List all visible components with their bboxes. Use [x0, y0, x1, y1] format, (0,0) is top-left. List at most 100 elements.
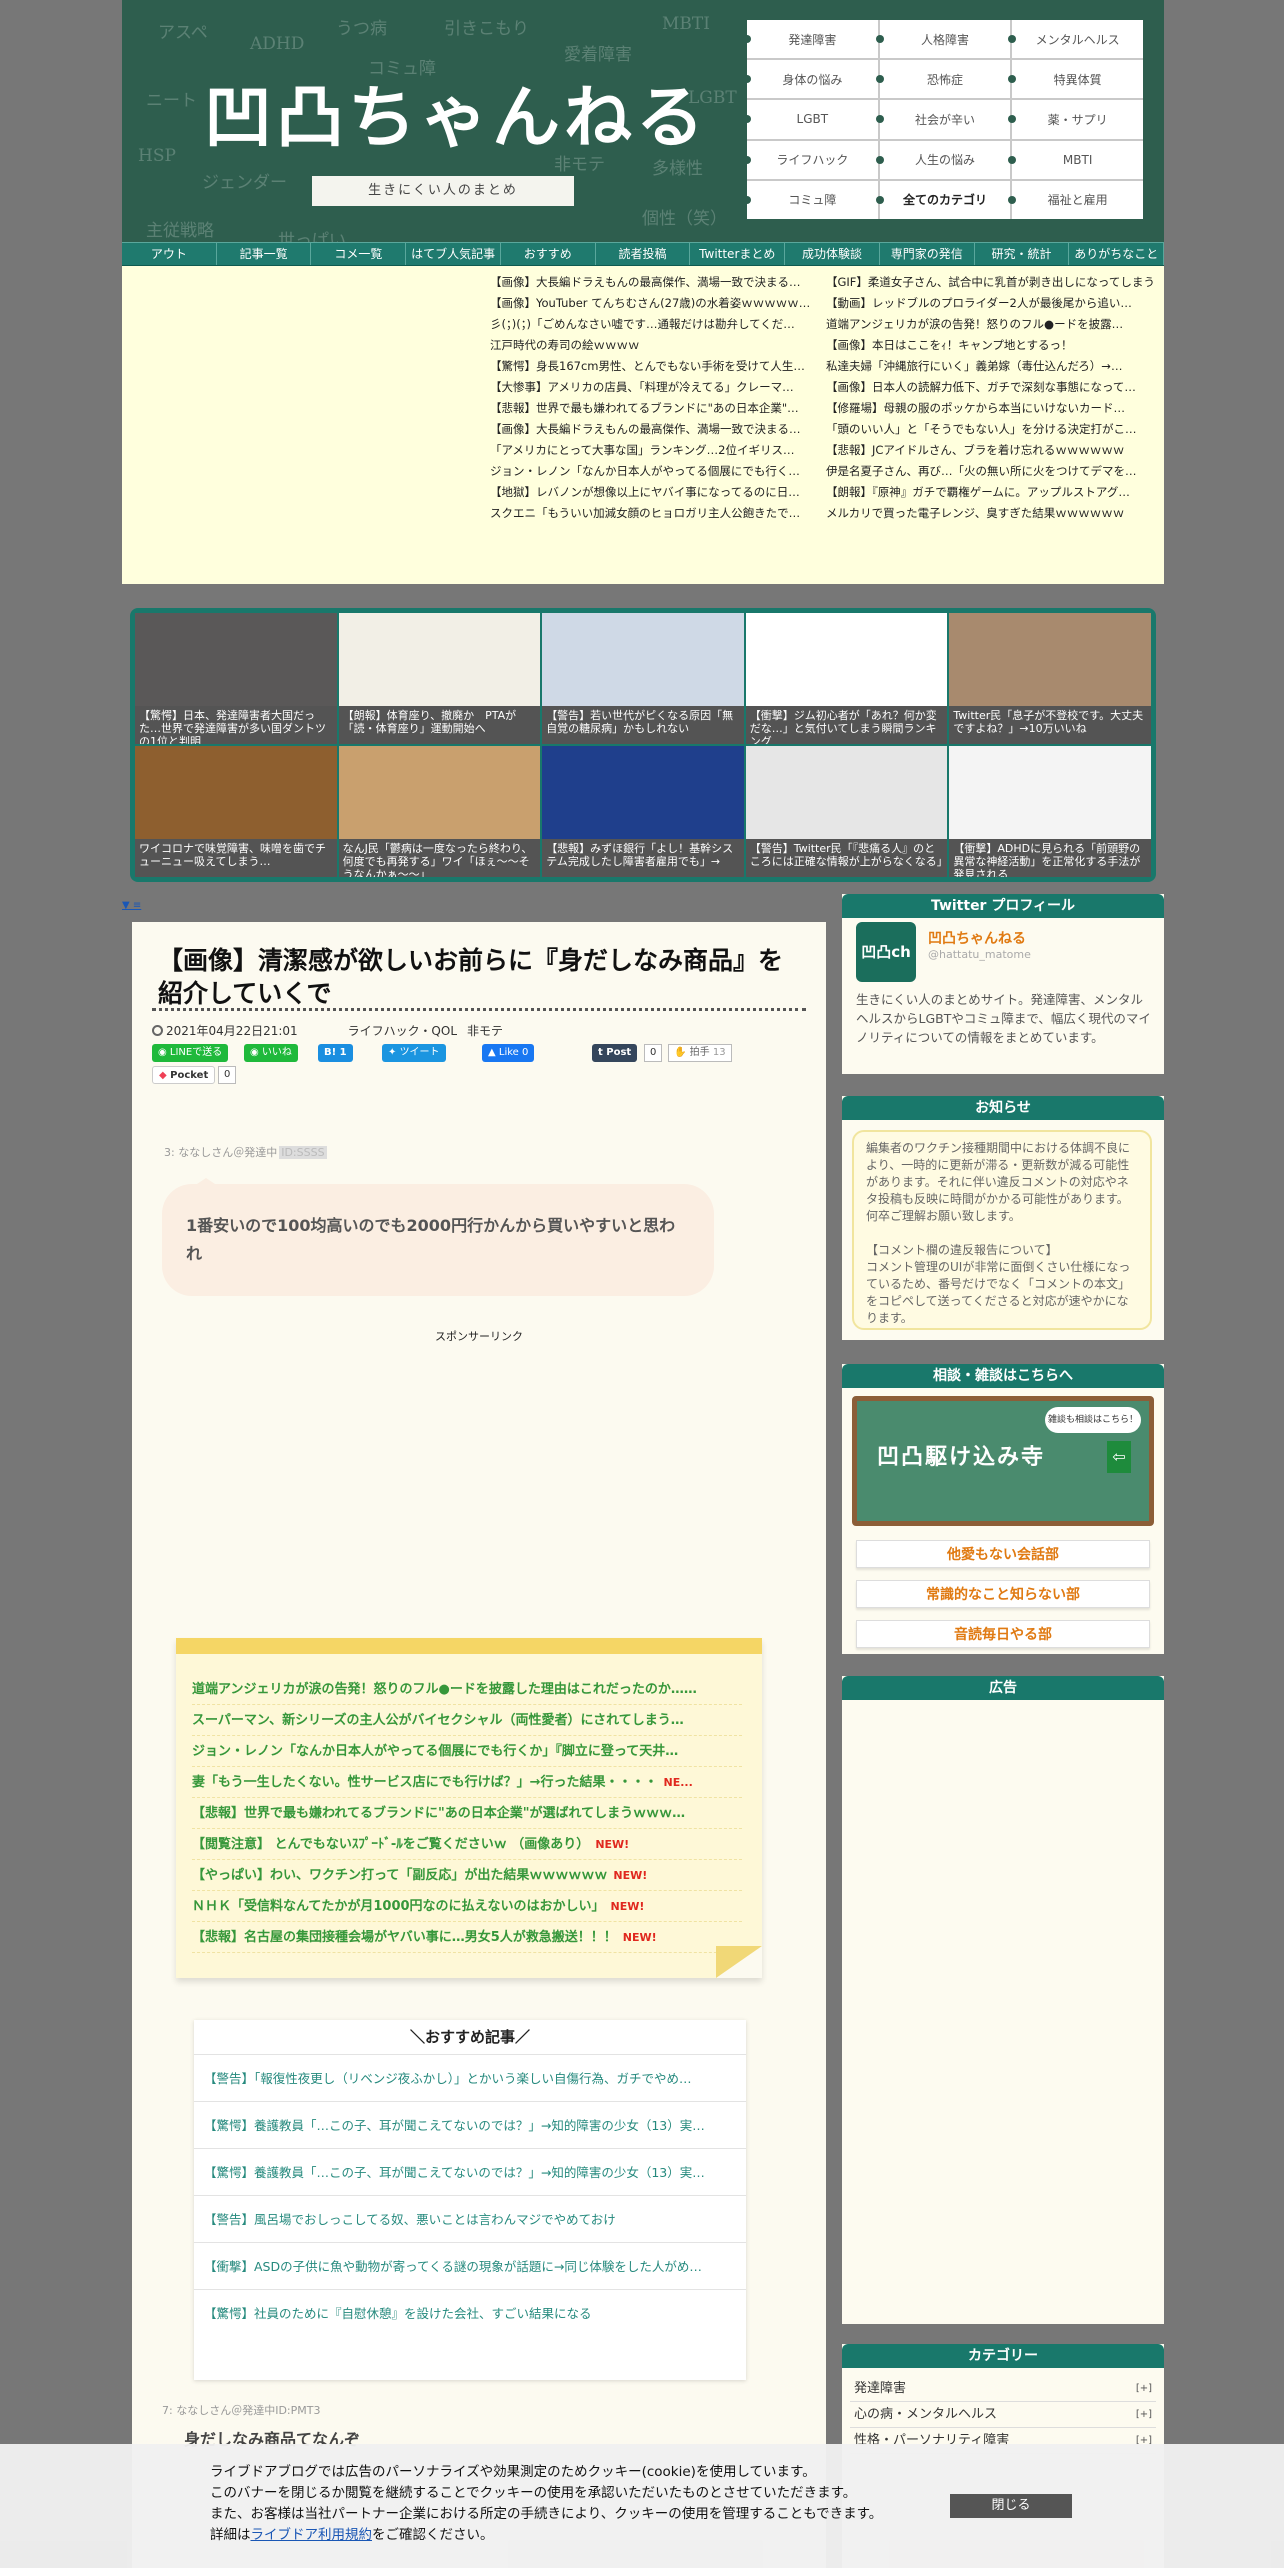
rss-item[interactable]: 「頭のいい人」と「そうでもない人」を分ける決定打がこ… [826, 419, 1162, 440]
rss-item[interactable]: 【画像】本日はここをｨ！キャンプ地とするっ！ [826, 335, 1162, 356]
tag-himote[interactable]: 非モテ [467, 1022, 503, 1039]
recommended-link[interactable]: 【驚愕】養護教員「…この子、耳が聞こえてないのでは？」→知的障害の少女（13）実… [194, 2148, 746, 2195]
rss-item[interactable]: 【動画】レッドブルのプロライダー2人が最後尾から追い… [826, 293, 1162, 314]
header-category-link[interactable]: 人格障害 [875, 20, 1011, 59]
header-category-link[interactable]: LGBT [743, 100, 878, 139]
nav-item[interactable]: ありがちなこと [1069, 243, 1165, 265]
sticky-article-link[interactable]: 【悲報】名古屋の集団接種会場がヤバい事に…男女5人が救急搬送！！！ NEW! [192, 1922, 742, 1953]
tweet-button[interactable]: ✦ ツイート [382, 1044, 446, 1062]
nav-item[interactable]: Twitterまとめ [690, 243, 786, 265]
sticky-article-link[interactable]: 【やっぱい】わい、ワクチン打って「副反応」が出た結果ｗｗｗｗｗｗ NEW! [192, 1860, 742, 1891]
twitter-avatar[interactable]: 凹凸ch [856, 922, 916, 982]
clap-button[interactable]: ✋ 拍手 13 [668, 1044, 732, 1062]
rss-item[interactable]: 【悲報】JCアイドルさん、ブラを着け忘れるｗｗｗｗｗｗ [826, 440, 1162, 461]
nav-item[interactable]: はてブ人気記事 [406, 243, 501, 265]
rss-item[interactable]: 彡(；)(；)「ごめんなさい嘘です…通報だけは勘弁してくだ… [490, 314, 826, 335]
featured-thumbnail[interactable]: 【警告】Twitter民「『悲痛る人』のところには正確な情報が上がらなくなる」 [745, 746, 948, 877]
sticky-article-link[interactable]: 【閲覧注意】 とんでもないｽﾌﾟｰﾄﾞ-ﾙをご覧くださいｗ （画像あり） NEW! [192, 1829, 742, 1860]
nav-item[interactable]: 研究・統計 [975, 243, 1070, 265]
rss-item[interactable]: 【驚愕】身長167cm男性、とんでもない手術を受けて人生… [490, 356, 826, 377]
hatena-bookmark-button[interactable]: B! 1 [318, 1044, 353, 1062]
header-category-link[interactable]: 身体の悩み [743, 60, 878, 99]
featured-thumbnail[interactable]: 【驚愕】日本、発達障害者大国だった…世界で発達障害が多い国ダントツの1位と判明 [135, 613, 337, 744]
category-item[interactable]: 発達障害 [+] [850, 2376, 1156, 2402]
tag-lifehack[interactable]: ライフハック・QOL [348, 1022, 457, 1039]
rss-item[interactable]: 【大惨事】アメリカの店員、「料理が冷えてる」クレーマ… [490, 377, 826, 398]
twitter-handle[interactable]: @hattatu_matome [928, 948, 1031, 961]
rss-item[interactable]: 【画像】大長編ドラえもんの最高傑作、満場一致で決まる… [490, 272, 826, 293]
recommended-link[interactable]: 【驚愕】社員のために『自慰休憩』を設けた会社、すごい結果になる [194, 2289, 746, 2336]
recommended-link[interactable]: 【驚愕】養護教員「…この子、耳が聞こえてないのでは？」→知的障害の少女（13）実… [194, 2101, 746, 2148]
nav-item[interactable]: 専門家の発信 [880, 243, 975, 265]
header-category-link[interactable]: 人生の悩み [875, 140, 1011, 179]
pocket-button[interactable]: ◆ Pocket [152, 1066, 216, 1084]
cookie-close-button[interactable]: 閉じる [950, 2494, 1072, 2518]
header-category-link[interactable]: 発達障害 [743, 20, 878, 59]
header-category-link[interactable]: 薬・サプリ [1008, 100, 1143, 139]
rss-item[interactable]: ジョン・レノン「なんか日本人がやってる個展にでも行く… [490, 461, 826, 482]
soudan-link-1[interactable]: 他愛もない会話部 [856, 1540, 1150, 1568]
rss-item[interactable]: 道端アンジェリカが涙の告発！怒りのフル●ードを披露… [826, 314, 1162, 335]
rss-item[interactable]: 「アメリカにとって大事な国」ランキング…2位イギリス… [490, 440, 826, 461]
rss-item[interactable]: 【画像】大長編ドラえもんの最高傑作、満場一致で決まる… [490, 419, 826, 440]
soudan-link-3[interactable]: 音読毎日やる部 [856, 1620, 1150, 1648]
facebook-like-button[interactable]: ▲ Like 0 [482, 1044, 535, 1062]
rss-item[interactable]: 【GIF】柔道女子さん、試合中に乳首が剥き出しになってしまう [826, 272, 1162, 293]
recommended-link[interactable]: 【衝撃】ASDの子供に魚や動物が寄ってくる謎の現象が話題に→同じ体験をした人がめ… [194, 2242, 746, 2289]
nav-item[interactable]: コメ一覧 [311, 243, 407, 265]
header-category-link[interactable]: メンタルヘルス [1008, 20, 1143, 59]
recommended-link[interactable]: 【警告】風呂場でおしっこしてる奴、悪いことは言わんマジでやめておけ [194, 2195, 746, 2242]
rss-item[interactable]: 【地獄】レバノンが想像以上にヤバイ事になってるのに日… [490, 482, 826, 503]
sticky-article-link[interactable]: ジョン・レノン「なんか日本人がやってる個展にでも行くか」『脚立に登って天井… [192, 1736, 742, 1767]
featured-thumbnail[interactable]: なんJ民「鬱病は一度なったら終わり、何度でも再発する」ワイ「ほぇ～～そうなんかぁ… [338, 746, 541, 877]
twitter-name[interactable]: 凹凸ちゃんねる [928, 928, 1026, 948]
rss-item[interactable]: 伊是名夏子さん、再び…「火の無い所に火をつけてデマを… [826, 461, 1162, 482]
rss-item[interactable]: 私達夫婦「沖縄旅行にいく」義弟嫁（毒仕込んだろ）→… [826, 356, 1162, 377]
header-category-link[interactable]: MBTI [1008, 140, 1143, 179]
rss-item[interactable]: 【修羅場】母親の服のポッケから本当にいけないカード… [826, 398, 1162, 419]
category-item[interactable]: 心の病・メンタルヘルス [+] [850, 2402, 1156, 2428]
nav-item[interactable]: 記事一覧 [217, 243, 312, 265]
header-category-link[interactable]: 全てのカテゴリ [875, 180, 1011, 219]
tumblr-post-button[interactable]: t Post [592, 1044, 638, 1062]
nav-item[interactable]: 読者投稿 [596, 243, 691, 265]
sticky-article-link[interactable]: スーパーマン、新シリーズの主人公がバイセクシャル（両性愛者）にされてしまう… [192, 1705, 742, 1736]
featured-thumbnail[interactable]: 【朗報】体育座り、撤廃か PTAが「読・体育座り」運動開始へ [338, 613, 541, 744]
rss-item[interactable]: メルカリで買った電子レンジ、臭すぎた結果ｗｗｗｗｗｗ [826, 503, 1162, 524]
kakekomidera-banner[interactable]: 雑談も相談はこちら！ 凹凸駆け込み寺 ⇦ [852, 1396, 1154, 1526]
sticky-article-link[interactable]: 妻「もう一生したくない。性サービス店にでも行けば？」→行った結果・・・・ NE..… [192, 1767, 742, 1798]
rss-item[interactable]: 【画像】日本人の読解力低下、ガチで深刻な事態になって… [826, 377, 1162, 398]
featured-thumbnail[interactable]: 【衝撃】ADHDに見られる「前頭野の異常な神経活動」を正常化する手法が発見される [949, 746, 1151, 877]
header-category-link[interactable]: コミュ障 [743, 180, 878, 219]
small-toggle-link[interactable]: ▼ ≡ [122, 900, 141, 911]
nav-item[interactable]: アウト [122, 243, 217, 265]
header-category-link[interactable]: 社会が辛い [875, 100, 1011, 139]
nav-item[interactable]: おすすめ [501, 243, 596, 265]
sticky-article-link[interactable]: 【悲報】世界で最も嫌われてるブランドに"あの日本企業"が選ばれてしまうｗｗｗ… [192, 1798, 742, 1829]
header-category-link[interactable]: ライフハック [743, 140, 878, 179]
header-category-link[interactable]: 特異体質 [1008, 60, 1143, 99]
recommended-link[interactable]: 【警告】「報復性夜更し（リベンジ夜ふかし）」とかいう楽しい自傷行為、ガチでやめ… [194, 2054, 746, 2101]
sticky-article-link[interactable]: ＮＨＫ「受信料なんてたかが月1000円なのに払えないのはおかしい」 NEW! [192, 1891, 742, 1922]
featured-thumbnail[interactable]: ワイコロナで味覚障害、味噌を歯でチューニュー吸えてしまう… [135, 746, 337, 877]
rss-item[interactable]: 【朗報】『原神』ガチで覇権ゲームに。アップルストアグ… [826, 482, 1162, 503]
rss-item[interactable]: スクエニ「もういい加減女顔のヒョロガリ主人公飽きたで… [490, 503, 826, 524]
expand-toggle[interactable]: [+] [1136, 2376, 1152, 2402]
line-like-button[interactable]: ◉ いいね [244, 1044, 298, 1062]
featured-thumbnail[interactable]: Twitter民「息子が不登校です。大丈夫ですよね？」→10万いいね [949, 613, 1151, 744]
rss-item[interactable]: 【画像】YouTuber てんちむさん(27歳)の水着姿ｗｗｗｗｗ… [490, 293, 826, 314]
header-category-link[interactable]: 福祉と雇用 [1008, 180, 1143, 219]
rss-item[interactable]: 【悲報】世界で最も嫌われてるブランドに"あの日本企業"… [490, 398, 826, 419]
expand-toggle[interactable]: [+] [1136, 2402, 1152, 2428]
featured-thumbnail[interactable]: 【悲報】みずほ銀行「よし！基幹システム完成したし障害者雇用でも」→ [542, 746, 744, 877]
header-category-link[interactable]: 恐怖症 [875, 60, 1011, 99]
rss-item[interactable]: 江戸時代の寿司の絵ｗｗｗｗ [490, 335, 826, 356]
featured-thumbnail[interactable]: 【衝撃】ジム初心者が「あれ？何か変だな…」と気付いてしまう瞬間ランキング [745, 613, 948, 744]
sticky-article-link[interactable]: 道端アンジェリカが涙の告発！怒りのフル●ードを披露した理由はこれだったのか…… [192, 1674, 742, 1705]
featured-thumbnail[interactable]: 【警告】若い世代がピくなる原因「無自覚の糖尿病」かもしれない [542, 613, 744, 744]
soudan-link-2[interactable]: 常識的なこと知らない部 [856, 1580, 1150, 1608]
site-logo-title[interactable]: 凹凸ちゃんねる [204, 62, 708, 161]
line-send-button[interactable]: ◉ LINEで送る [152, 1044, 229, 1062]
nav-item[interactable]: 成功体験談 [785, 243, 880, 265]
terms-link[interactable]: ライブドア利用規約 [251, 2527, 373, 2543]
